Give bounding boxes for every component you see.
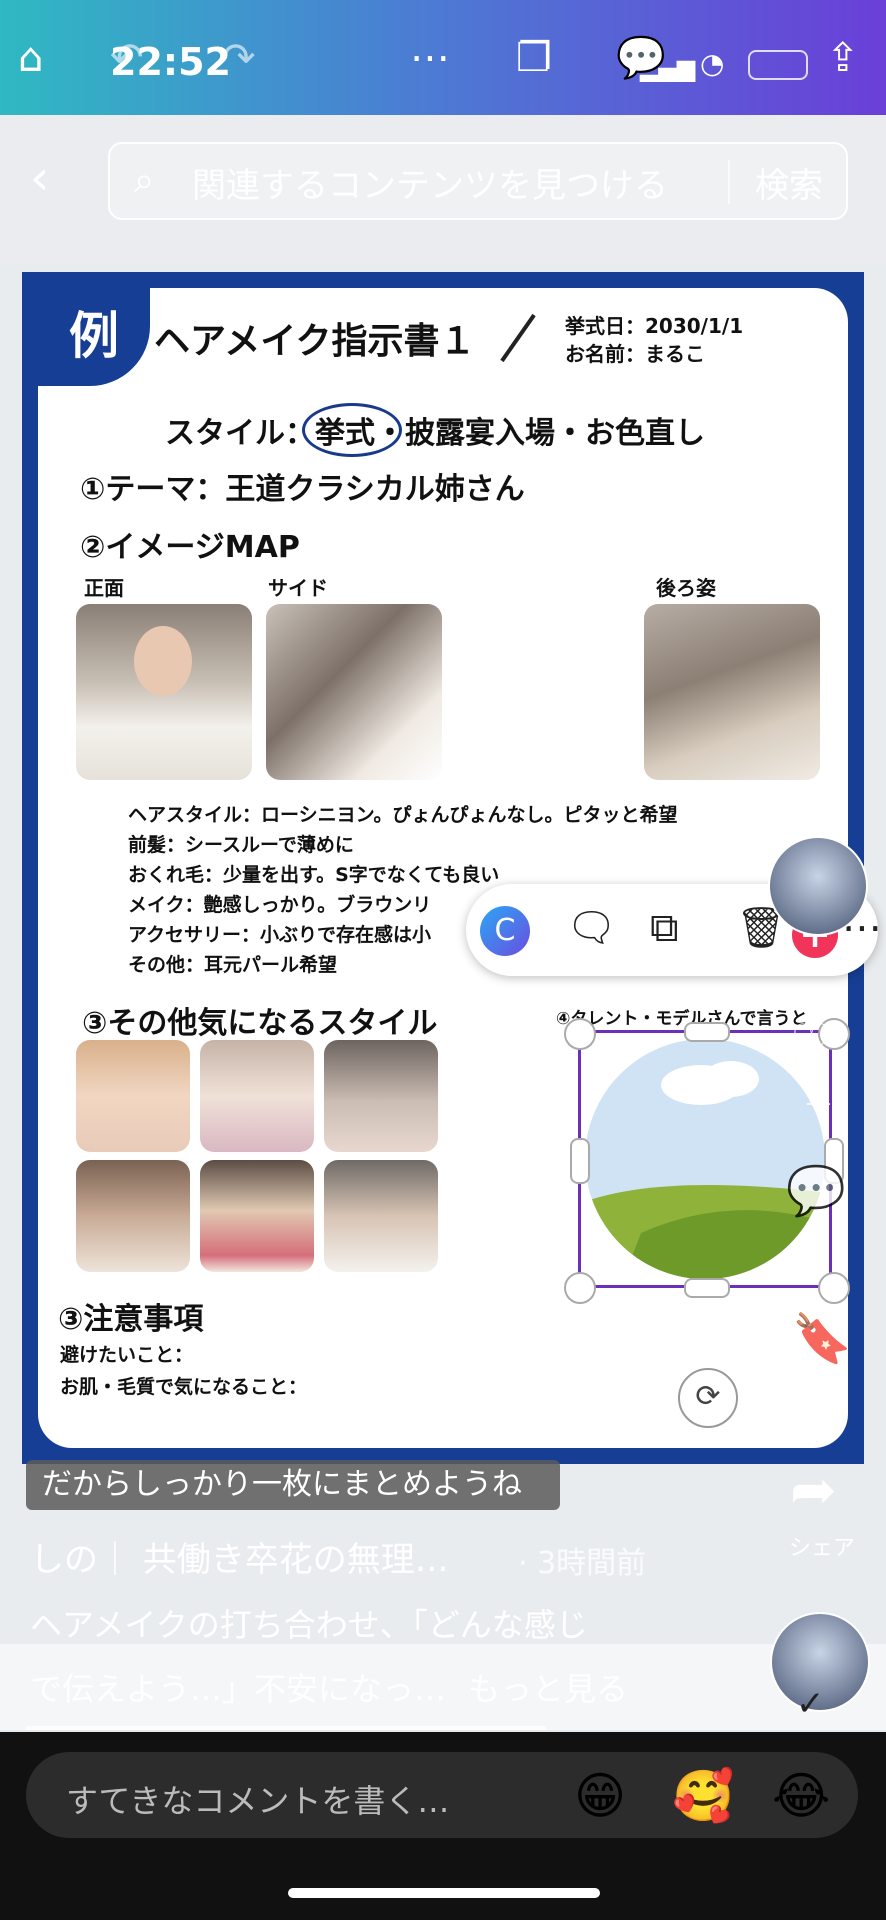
author-avatar[interactable] bbox=[768, 836, 868, 936]
note-line: ヘアスタイル：ローシニヨン。ぴょんぴょんなし。ピタッと希望 bbox=[128, 804, 678, 826]
note-line: その他：耳元パール希望 bbox=[128, 954, 338, 976]
status-time: 22:52 bbox=[110, 40, 231, 84]
resize-handle[interactable] bbox=[564, 1272, 596, 1304]
magic-icon[interactable]: C bbox=[480, 906, 530, 956]
duplicate-icon[interactable]: ⧉ bbox=[650, 906, 679, 950]
note-line: メイク：艶感しっかり。ブラウンリ bbox=[128, 894, 432, 916]
theme-heading: ①テーマ：王道クラシカル姉さん bbox=[80, 472, 525, 507]
style-options: ・披露宴入場・お色直し bbox=[375, 416, 705, 451]
style-thumb[interactable] bbox=[76, 1160, 190, 1272]
selected-style-circle bbox=[302, 403, 402, 457]
front-photo[interactable] bbox=[76, 604, 252, 780]
avoid-label: 避けたいこと： bbox=[60, 1344, 194, 1366]
rotate-icon[interactable]: ⟳ bbox=[678, 1368, 738, 1428]
post-author[interactable]: しの｜ 共働き卒花の無理… bbox=[30, 1532, 449, 1581]
bookmark-icon[interactable]: 🔖 bbox=[792, 1310, 852, 1367]
search-placeholder: 関連するコンテンツを見つける bbox=[192, 166, 668, 206]
comment-placeholder: すてきなコメントを書く… bbox=[66, 1782, 450, 1820]
like-icon[interactable]: ♡ bbox=[790, 1014, 833, 1070]
save-count: 2 bbox=[811, 1384, 825, 1409]
emoji-laugh-icon[interactable]: 😂 bbox=[772, 1768, 830, 1824]
style-label: スタイル： bbox=[165, 416, 315, 451]
style-thumb[interactable] bbox=[324, 1040, 438, 1152]
back-icon[interactable]: ‹ bbox=[30, 154, 70, 202]
search-button[interactable]: 検索 bbox=[755, 158, 823, 207]
share-icon[interactable]: ⇪ bbox=[826, 38, 860, 78]
side-photo[interactable] bbox=[266, 604, 442, 780]
side-label: サイド bbox=[268, 576, 328, 600]
style-thumb[interactable] bbox=[200, 1160, 314, 1272]
video-progress-bar[interactable] bbox=[26, 1726, 546, 1730]
search-icon: ⌕ bbox=[134, 160, 155, 201]
share-arrow-icon[interactable]: ➦ bbox=[790, 1458, 837, 1523]
client-name: お名前：まるこ bbox=[565, 342, 705, 366]
share-label[interactable]: シェア bbox=[774, 1530, 870, 1562]
note-line: おくれ毛：少量を出す。S字でなくても良い bbox=[128, 864, 500, 886]
emoji-grin-icon[interactable]: 😁 bbox=[574, 1768, 626, 1824]
comment-count: 6 bbox=[811, 1236, 825, 1261]
style-row: スタイル：挙式・披露宴入場・お色直し bbox=[165, 408, 705, 452]
ceremony-date: 挙式日：2030/1/1 bbox=[565, 314, 744, 338]
resize-handle[interactable] bbox=[570, 1138, 590, 1184]
resize-handle[interactable] bbox=[564, 1018, 596, 1050]
signal-icon: ▂▄▆ bbox=[640, 54, 696, 82]
comments-icon[interactable]: 💬 bbox=[786, 1162, 846, 1219]
resize-handle[interactable] bbox=[818, 1272, 850, 1304]
style-thumb[interactable] bbox=[76, 1040, 190, 1152]
more-icon[interactable]: ⋯ bbox=[410, 38, 450, 78]
face-shape bbox=[134, 626, 192, 696]
other-styles-heading: ③その他気になるスタイル bbox=[82, 1006, 438, 1041]
resize-handle[interactable] bbox=[684, 1278, 730, 1298]
home-icon[interactable]: ⌂ bbox=[18, 38, 43, 78]
emoji-love-icon[interactable]: 🥰 bbox=[672, 1768, 734, 1824]
caution-heading: ③注意事項 bbox=[58, 1302, 204, 1337]
document-title: ヘアメイク指示書１ bbox=[154, 321, 476, 362]
note-line: 前髪：シースルーで薄めに bbox=[128, 834, 354, 856]
check-icon[interactable]: ✓ bbox=[796, 1684, 825, 1724]
front-label: 正面 bbox=[84, 576, 124, 600]
resize-handle[interactable] bbox=[684, 1022, 730, 1042]
video-caption: だからしっかり一枚にまとめようね bbox=[26, 1460, 560, 1510]
post-time: · 3時間前 bbox=[518, 1546, 647, 1581]
post-description: ヘアメイクの打ち合わせ、「どんな感じ bbox=[30, 1606, 588, 1644]
more-link[interactable]: もっと見る bbox=[468, 1664, 628, 1710]
wifi-icon: ◔ bbox=[700, 47, 725, 80]
post-description: で伝えよう…」不安になっ… bbox=[30, 1670, 447, 1708]
image-map-heading: ②イメージMAP bbox=[80, 530, 300, 565]
editor-top-bar: ⌂ ↶ ↷ ⋯ ❐ 💬 ⇪ 22:52 ▂▄▆ ◔ bbox=[0, 0, 886, 115]
note-line: アクセサリー：小ぶりで存在感は小 bbox=[128, 924, 432, 946]
back-photo[interactable] bbox=[644, 604, 820, 780]
home-indicator bbox=[288, 1888, 600, 1898]
divider bbox=[728, 160, 730, 204]
style-thumb[interactable] bbox=[324, 1160, 438, 1272]
style-thumb[interactable] bbox=[200, 1040, 314, 1152]
back-label: 後ろ姿 bbox=[656, 576, 716, 600]
like-count: 11 bbox=[804, 1086, 832, 1111]
add-comment-icon[interactable]: 🗨 bbox=[566, 906, 617, 950]
battery-icon bbox=[748, 50, 808, 80]
skin-label: お肌・毛質で気になること： bbox=[60, 1376, 308, 1398]
copy-pages-icon[interactable]: ❐ bbox=[516, 38, 552, 78]
